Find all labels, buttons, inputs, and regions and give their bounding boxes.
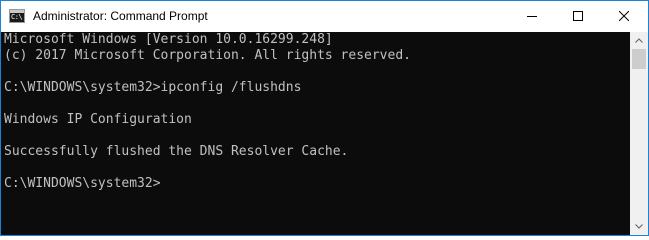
console-line: (c) 2017 Microsoft Corporation. All righ… — [4, 48, 411, 63]
console-line: Microsoft Windows [Version 10.0.16299.24… — [4, 32, 333, 47]
title-bar[interactable]: C:\ Administrator: Command Prompt — [1, 1, 648, 32]
console-lines: Microsoft Windows [Version 10.0.16299.24… — [4, 32, 411, 192]
close-button[interactable] — [601, 1, 647, 31]
minimize-button[interactable] — [509, 1, 555, 31]
maximize-button[interactable] — [555, 1, 601, 31]
console-line: C:\WINDOWS\system32>ipconfig /flushdns — [4, 80, 302, 95]
scroll-thumb[interactable] — [632, 49, 646, 69]
window-title: Administrator: Command Prompt — [33, 9, 208, 23]
scroll-down-button[interactable] — [630, 218, 648, 235]
console-line: Windows IP Configuration — [4, 112, 192, 127]
cmd-icon[interactable]: C:\ — [9, 9, 25, 23]
console-prompt-line: C:\WINDOWS\system32> — [4, 176, 161, 191]
scroll-up-icon — [635, 38, 643, 43]
scroll-down-icon — [635, 224, 643, 229]
cmd-icon-text: C:\ — [11, 13, 23, 21]
scroll-up-button[interactable] — [630, 32, 648, 49]
console-line: Successfully flushed the DNS Resolver Ca… — [4, 144, 349, 159]
command-prompt-window: C:\ Administrator: Command Prompt Micros… — [0, 0, 649, 236]
vertical-scrollbar[interactable] — [630, 32, 648, 235]
minimize-icon — [527, 16, 537, 17]
maximize-icon — [573, 11, 583, 21]
close-icon — [619, 11, 629, 21]
console-output[interactable]: Microsoft Windows [Version 10.0.16299.24… — [1, 32, 630, 235]
